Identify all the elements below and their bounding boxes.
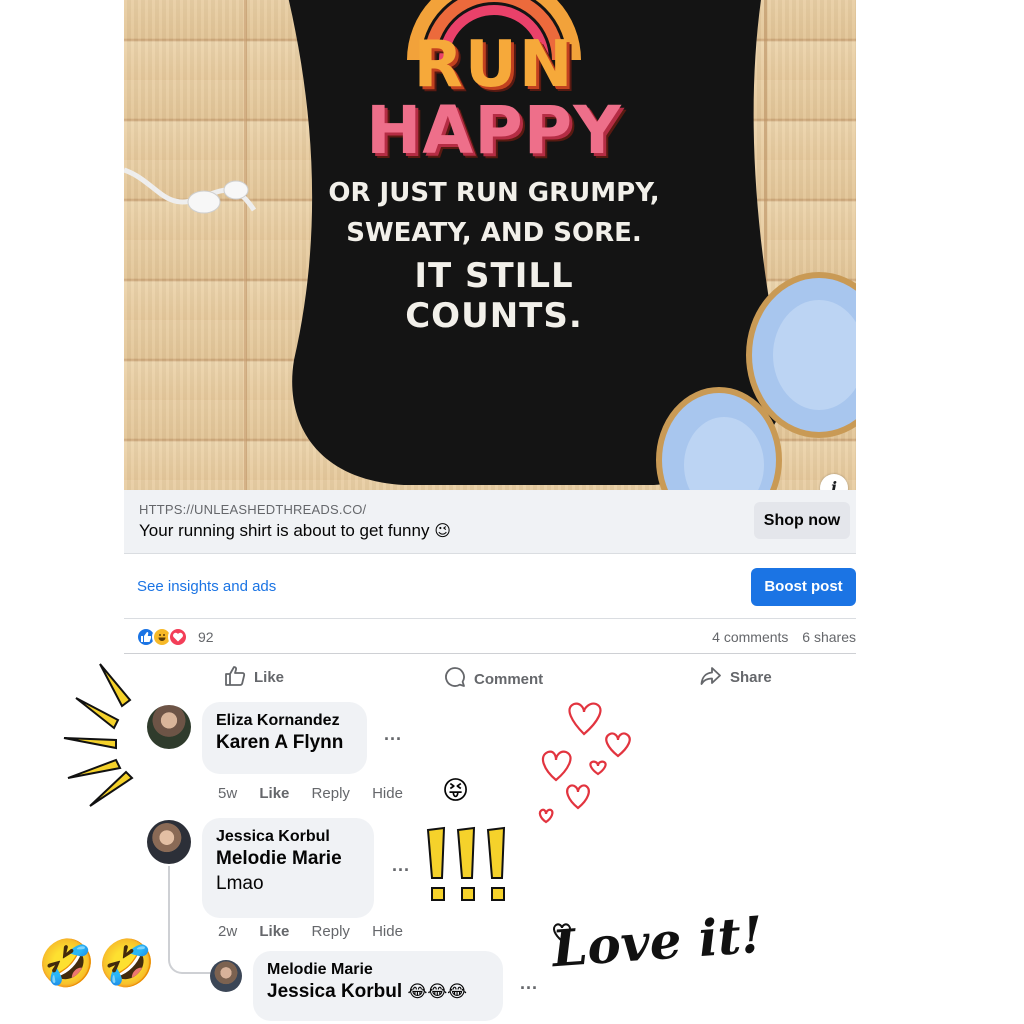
like-label: Like [254, 669, 285, 686]
comment-meta: 2w Like Reply Hide [218, 923, 421, 940]
boost-post-button[interactable]: Boost post [751, 568, 856, 606]
comments-count[interactable]: 4 comments [712, 629, 788, 645]
hearts-decoration [538, 702, 631, 824]
ad-link-bar[interactable]: HTTPS://UNLEASHEDTHREADS.CO/ Your runnin… [124, 490, 856, 554]
comment-bubble: Eliza Kornandez Karen A Flynn [202, 702, 367, 774]
comment-meta: 5w Like Reply Hide [218, 785, 421, 802]
comment-author[interactable]: Melodie Marie [267, 960, 489, 980]
ad-product-image[interactable]: RUN HAPPY OR JUST RUN GRUMPY, SWEATY, AN… [124, 0, 856, 490]
rofl-emoji: 🤣 [98, 936, 156, 990]
comment-like-button[interactable]: Like [259, 923, 289, 940]
print-run: RUN [413, 28, 575, 102]
link-url: HTTPS://UNLEASHEDTHREADS.CO/ [139, 502, 367, 517]
burst-lines-decoration [63, 663, 134, 807]
comment-author[interactable]: Eliza Kornandez [216, 711, 353, 731]
share-arrow-icon [700, 667, 721, 685]
rofl-emoji: 🤣 [38, 936, 96, 990]
shop-now-button[interactable]: Shop now [754, 502, 850, 539]
shares-count[interactable]: 6 shares [802, 629, 856, 645]
avatar[interactable] [210, 960, 242, 992]
reaction-icons[interactable] [136, 627, 196, 647]
comment-tag-name[interactable]: Jessica Korbul [267, 981, 402, 1002]
more-options-icon[interactable]: ... [384, 724, 402, 745]
more-options-icon[interactable]: ... [520, 973, 538, 994]
comment-label: Comment [474, 671, 544, 688]
share-button[interactable]: Share [700, 666, 772, 686]
comment-text: Lmao [216, 873, 264, 894]
like-button[interactable]: Like [224, 666, 284, 686]
reaction-summary: 92 4 comments 6 shares [124, 620, 856, 654]
wink-emoji: 😉 [434, 521, 451, 540]
insights-bar: See insights and ads Boost post [124, 555, 856, 619]
love-it-text: Love it! [550, 904, 765, 979]
love-icon [168, 627, 188, 647]
reaction-count[interactable]: 92 [198, 629, 214, 645]
exclamation-decoration [426, 826, 506, 901]
comment-bubble-icon [445, 667, 465, 687]
avatar[interactable] [147, 705, 191, 749]
comment-tag[interactable]: Melodie Marie [216, 847, 360, 871]
sneaker-graphic [656, 272, 856, 490]
reaction-emoji[interactable]: 😝 [442, 776, 469, 806]
link-title-text: Your running shirt is about to get funny [139, 521, 430, 540]
thumbs-up-icon [225, 666, 246, 686]
comment-author[interactable]: Jessica Korbul [216, 827, 360, 847]
comment-time[interactable]: 5w [218, 785, 237, 802]
comment-bubble: Melodie Marie Jessica Korbul 😂😂😂 [253, 951, 503, 1021]
print-line: OR JUST RUN GRUMPY, [328, 178, 660, 208]
print-line: SWEATY, AND SORE. [346, 218, 642, 248]
comment-button[interactable]: Comment [444, 666, 543, 688]
comment-reply-button[interactable]: Reply [312, 923, 350, 940]
comment-tag: Jessica Korbul 😂😂😂 [267, 980, 489, 1004]
print-line: IT STILL COUNTS. [405, 256, 583, 336]
share-label: Share [730, 669, 772, 686]
see-insights-link[interactable]: See insights and ads [137, 578, 276, 595]
comment-hide-button[interactable]: Hide [372, 923, 403, 940]
more-options-icon[interactable]: ... [392, 855, 410, 876]
comment-hide-button[interactable]: Hide [372, 785, 403, 802]
comment-bubble: Jessica Korbul Melodie Marie Lmao [202, 818, 374, 918]
comment-time[interactable]: 2w [218, 923, 237, 940]
comment-like-button[interactable]: Like [259, 785, 289, 802]
post-action-row: Like Comment Share [124, 656, 856, 698]
print-happy: HAPPY [366, 92, 622, 169]
post-stats: 4 comments 6 shares [702, 629, 856, 645]
avatar[interactable] [147, 820, 191, 864]
comment-reply-button[interactable]: Reply [312, 785, 350, 802]
comment-tag[interactable]: Karen A Flynn [216, 731, 353, 755]
link-title: Your running shirt is about to get funny… [139, 521, 451, 541]
laughing-emojis: 😂😂😂 [407, 982, 468, 1002]
shirt-print: RUN HAPPY OR JUST RUN GRUMPY, SWEATY, AN… [324, 0, 664, 336]
